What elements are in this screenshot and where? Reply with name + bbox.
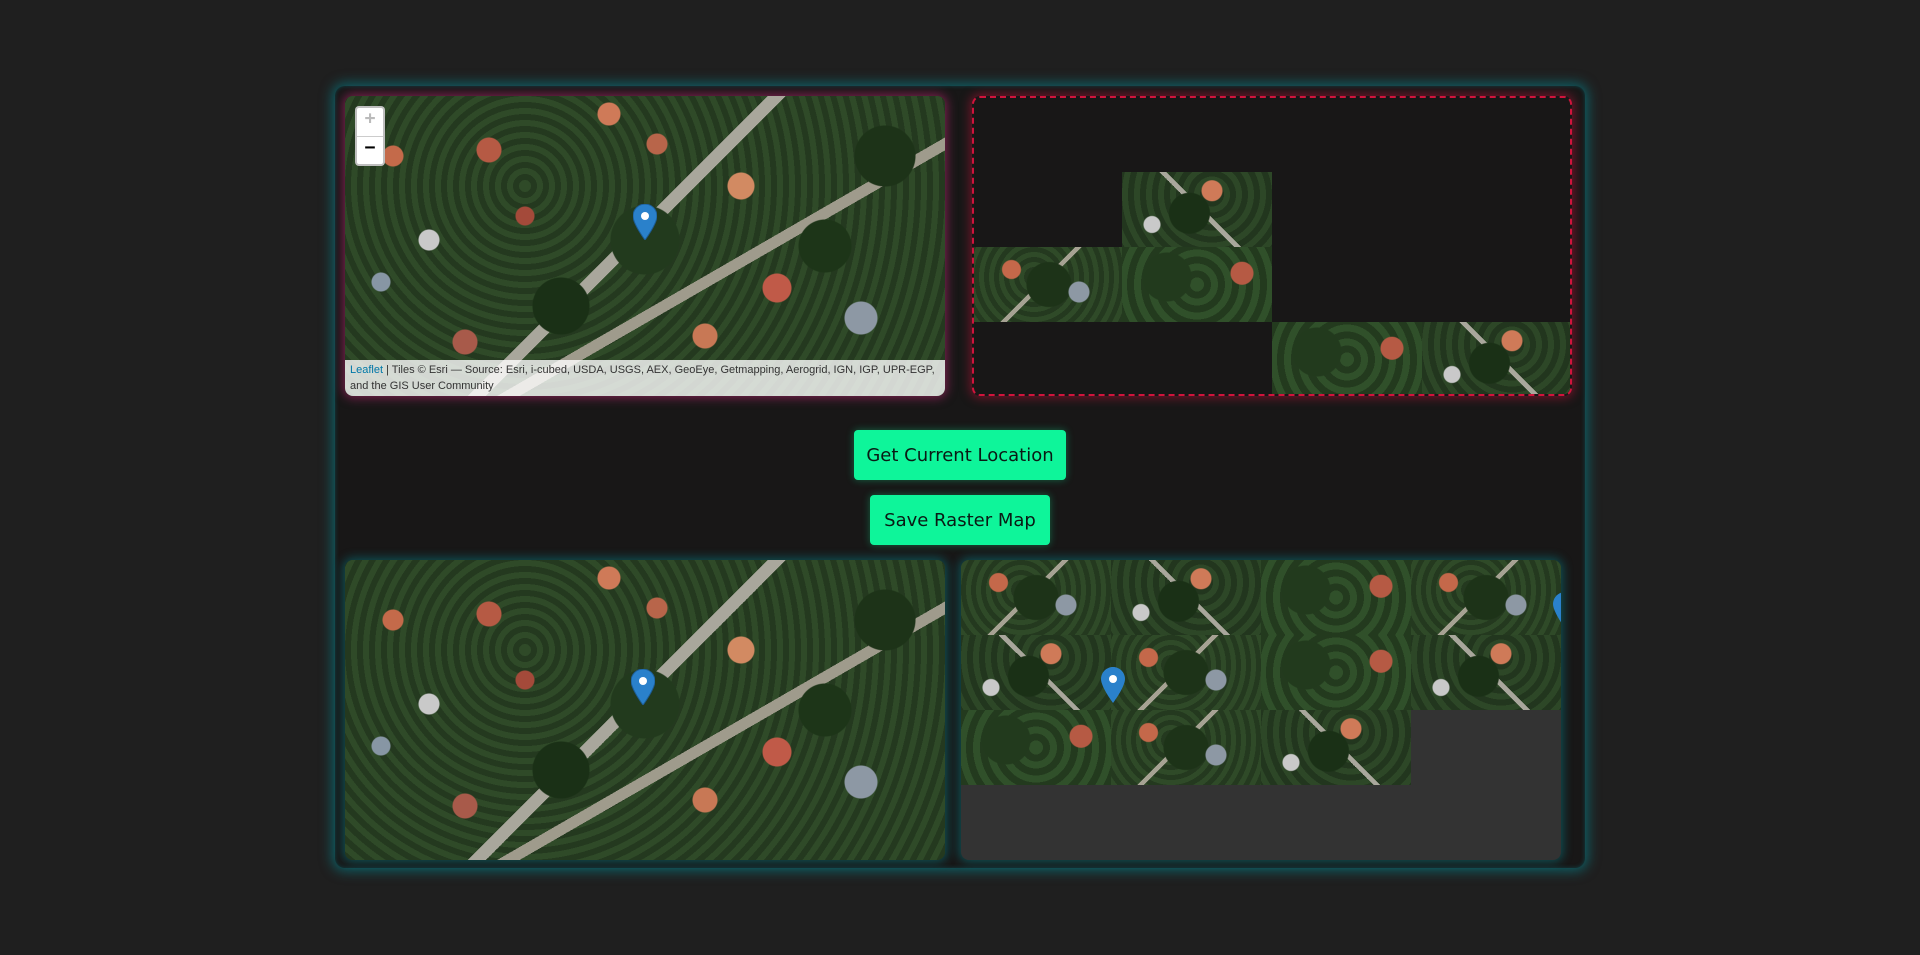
satellite-imagery[interactable]: [345, 96, 945, 396]
map-tile[interactable]: [1122, 247, 1272, 322]
map-tile[interactable]: [1122, 172, 1272, 247]
map-tile[interactable]: [961, 635, 1111, 710]
map-marker-icon: [1553, 592, 1561, 623]
map-tile[interactable]: [1111, 560, 1261, 635]
map-marker-icon: [631, 669, 655, 705]
map-attribution: Leaflet | Tiles © Esri — Source: Esri, i…: [345, 360, 945, 396]
tile-drop-zone[interactable]: [972, 96, 1572, 396]
zoom-in-button[interactable]: +: [357, 108, 383, 137]
map-tile[interactable]: [961, 710, 1111, 785]
zoom-out-button[interactable]: −: [357, 137, 383, 165]
map-marker-icon: [1101, 667, 1125, 703]
map-tile[interactable]: [1261, 710, 1411, 785]
map-tile[interactable]: [1272, 322, 1422, 394]
attribution-text: | Tiles © Esri — Source: Esri, i-cubed, …: [350, 364, 935, 392]
map-marker-icon[interactable]: [633, 204, 657, 240]
map-tile[interactable]: [974, 247, 1124, 322]
map-tile[interactable]: [1111, 710, 1261, 785]
shuffled-tiles-panel: [961, 560, 1561, 860]
raster-imagery: [345, 560, 945, 860]
map-tile[interactable]: [1261, 560, 1411, 635]
map-tile[interactable]: [1411, 560, 1561, 635]
leaflet-map[interactable]: + − Leaflet | Tiles © Esri — Source: Esr…: [345, 96, 945, 396]
app-container: + − Leaflet | Tiles © Esri — Source: Esr…: [335, 86, 1585, 868]
leaflet-link[interactable]: Leaflet: [350, 364, 383, 376]
map-tile[interactable]: [1111, 635, 1261, 710]
raster-map-preview: [345, 560, 945, 860]
map-tile[interactable]: [1261, 635, 1411, 710]
zoom-control: + −: [355, 106, 385, 166]
save-raster-map-button[interactable]: Save Raster Map: [870, 495, 1050, 545]
map-tile[interactable]: [961, 560, 1111, 635]
get-current-location-button[interactable]: Get Current Location: [854, 430, 1066, 480]
map-tile[interactable]: [1422, 322, 1570, 394]
map-tile[interactable]: [1411, 635, 1561, 710]
